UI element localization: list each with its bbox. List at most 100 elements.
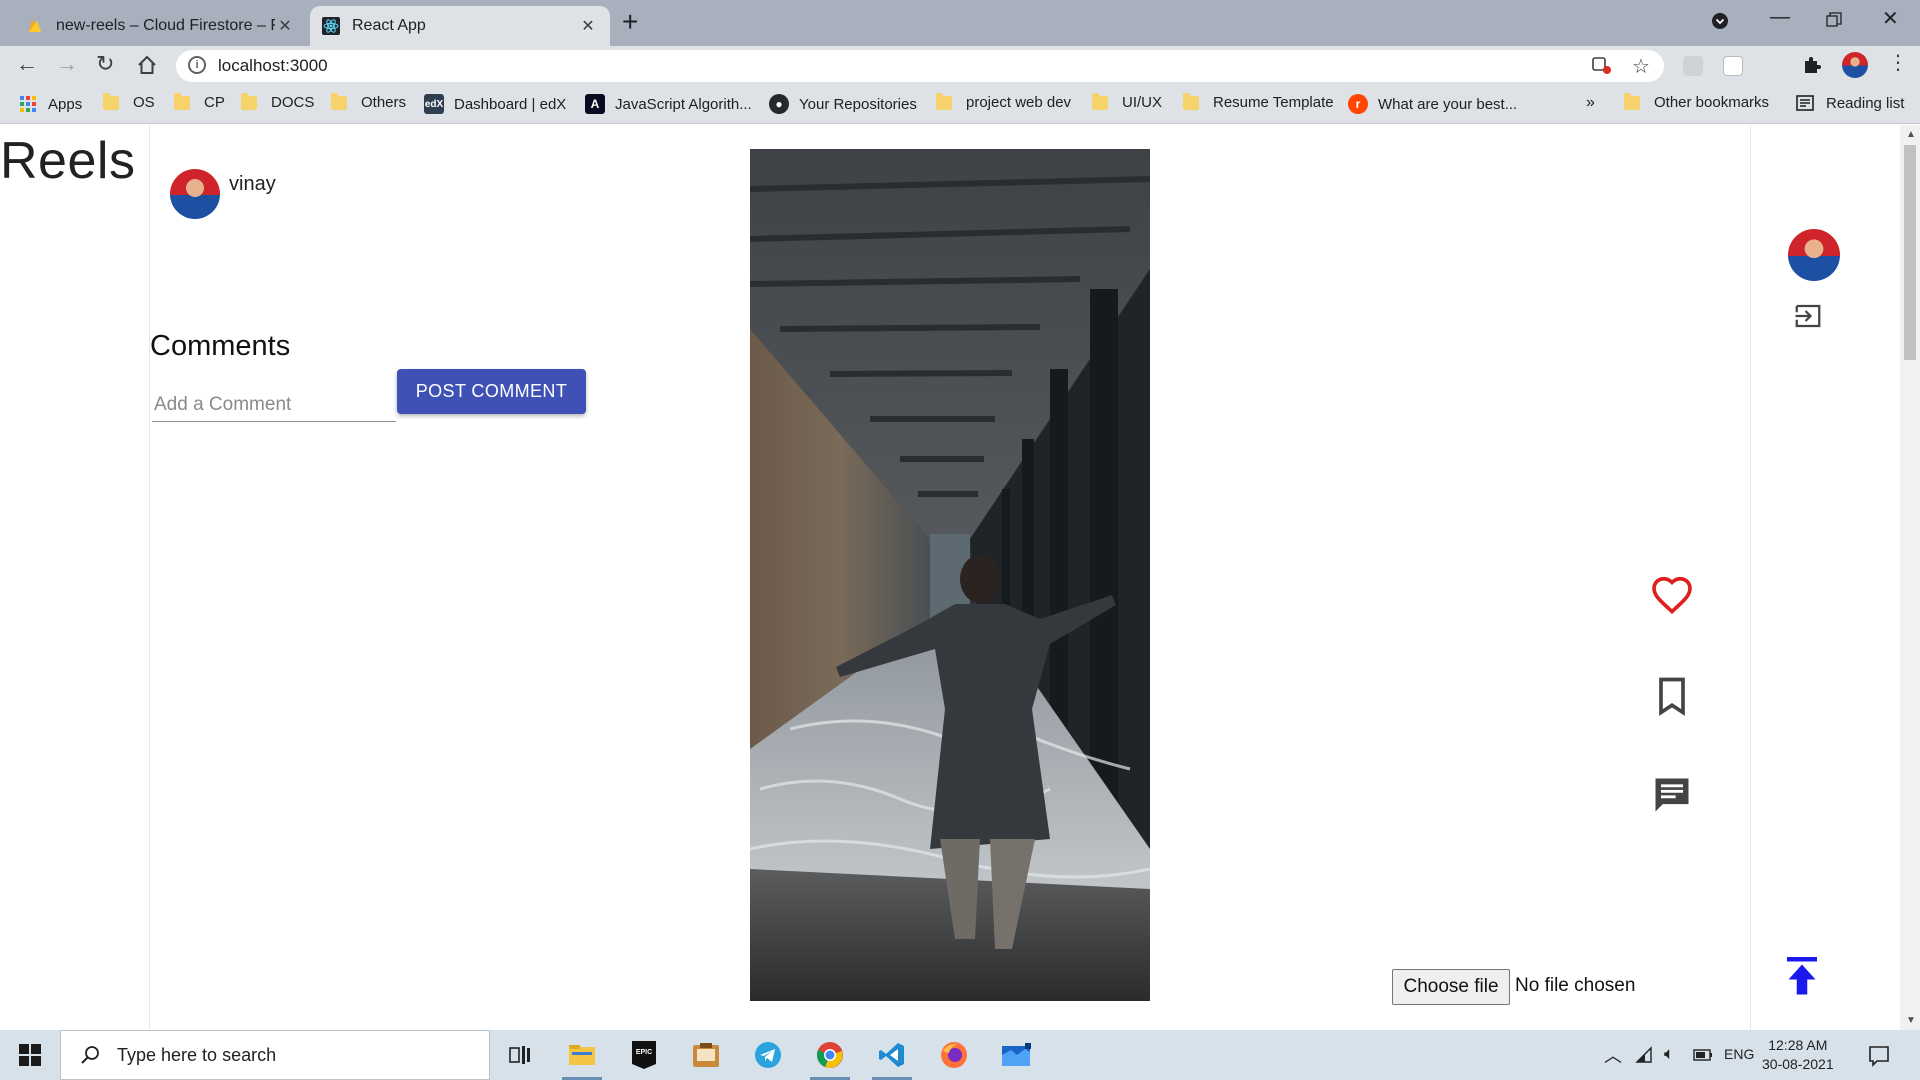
bookmark-project-web-dev[interactable]: project web dev — [936, 92, 1072, 111]
post-author-avatar[interactable] — [170, 169, 220, 219]
bookmark-github[interactable]: ● Your Repositories — [769, 94, 917, 114]
bookmark-outline-icon[interactable] — [1650, 674, 1694, 718]
reading-list[interactable]: Reading list — [1796, 94, 1904, 112]
translate-icon[interactable] — [1592, 57, 1612, 75]
tab-react-app[interactable]: React App ✕ — [310, 6, 610, 46]
search-icon — [81, 1046, 99, 1064]
reading-list-icon — [1796, 95, 1814, 111]
bookmark-label: JavaScript Algorith... — [615, 95, 752, 113]
bookmark-ui-ux[interactable]: UI/UX — [1092, 92, 1162, 111]
windows-taskbar: Type here to search EPIC ︿ 🔈︎ ENG 12:28 … — [0, 1030, 1920, 1080]
address-bar[interactable]: i localhost:3000 ☆ — [176, 50, 1664, 82]
folder-icon — [331, 92, 347, 110]
extension-icon[interactable] — [1723, 56, 1743, 76]
bookmark-edx[interactable]: edX Dashboard | edX — [424, 94, 566, 114]
bookmark-label: project web dev — [966, 94, 1072, 111]
taskbar-clock[interactable]: 12:28 AM 30-08-2021 — [1762, 1036, 1834, 1074]
back-icon[interactable]: ← — [16, 52, 38, 76]
scroll-down-arrow-icon[interactable]: ▼ — [1906, 1015, 1916, 1026]
bookmark-label: Dashboard | edX — [454, 95, 567, 113]
divider — [149, 125, 150, 1030]
bookmark-other-bookmarks[interactable]: Other bookmarks — [1624, 92, 1769, 111]
forward-icon[interactable]: → — [56, 52, 78, 76]
file-explorer-icon[interactable] — [558, 1035, 606, 1080]
vertical-align-top-icon[interactable] — [1784, 954, 1820, 996]
battery-icon[interactable] — [1693, 1049, 1713, 1061]
close-tab-icon[interactable]: ✕ — [578, 16, 598, 36]
scroll-up-arrow-icon[interactable]: ▲ — [1906, 129, 1916, 140]
user-avatar[interactable] — [1788, 229, 1840, 281]
scrollbar-thumb[interactable] — [1904, 145, 1916, 360]
close-tab-icon[interactable]: ✕ — [275, 16, 295, 36]
windows-logo-icon — [19, 1044, 41, 1066]
bookmark-label: What are your best... — [1378, 95, 1518, 113]
browser-toolbar: ← → ↻ i localhost:3000 ☆ ⋮ — [0, 46, 1920, 121]
page-scrollbar[interactable]: ▲ ▼ — [1900, 125, 1920, 1030]
bookmark-reddit[interactable]: r What are your best... — [1348, 94, 1517, 114]
site-info-icon[interactable]: i — [188, 56, 206, 74]
epic-games-icon[interactable]: EPIC — [620, 1035, 668, 1075]
brand-title: Reels — [0, 132, 136, 190]
chrome-icon[interactable] — [806, 1035, 854, 1080]
bookmark-cp[interactable]: CP — [174, 92, 225, 111]
file-status-text: No file chosen — [1515, 975, 1636, 996]
reel-video[interactable] — [750, 149, 1150, 1001]
bookmark-docs[interactable]: DOCS — [241, 92, 315, 111]
bookmark-javascript[interactable]: A JavaScript Algorith... — [585, 94, 752, 114]
clock-date: 30-08-2021 — [1762, 1056, 1834, 1072]
taskbar-search[interactable]: Type here to search — [60, 1030, 490, 1080]
react-icon — [322, 17, 340, 35]
logout-icon[interactable] — [1793, 301, 1823, 331]
bookmark-apps[interactable]: Apps — [18, 94, 82, 114]
notifications-icon[interactable] — [1868, 1045, 1890, 1067]
star-icon[interactable]: ☆ — [1632, 54, 1650, 79]
extensions-puzzle-icon[interactable] — [1802, 55, 1822, 75]
mail-icon[interactable] — [992, 1035, 1040, 1075]
bookmark-os[interactable]: OS — [103, 92, 155, 111]
comments-heading: Comments — [150, 330, 291, 362]
bookmark-label: Apps — [48, 95, 83, 113]
tab-search-icon[interactable] — [1711, 12, 1729, 30]
start-button[interactable] — [0, 1030, 60, 1080]
app-icon[interactable] — [682, 1035, 730, 1075]
network-icon[interactable] — [1635, 1046, 1655, 1064]
search-placeholder: Type here to search — [117, 1044, 277, 1065]
close-window-icon[interactable]: ✕ — [1882, 6, 1899, 31]
browser-menu-icon[interactable]: ⋮ — [1888, 51, 1908, 75]
reload-icon[interactable]: ↻ — [96, 52, 114, 76]
volume-icon[interactable]: 🔈︎ — [1664, 1044, 1674, 1064]
task-view-icon[interactable] — [496, 1035, 544, 1075]
restore-icon[interactable] — [1826, 12, 1842, 28]
heart-outline-icon[interactable] — [1650, 574, 1694, 618]
github-icon: ● — [769, 94, 789, 114]
vscode-icon[interactable] — [868, 1035, 916, 1080]
bookmark-label: Others — [361, 94, 407, 111]
reddit-icon: r — [1348, 94, 1368, 114]
folder-icon — [1183, 92, 1199, 110]
bookmark-label: Your Repositories — [799, 95, 917, 113]
tab-firebase[interactable]: new-reels – Cloud Firestore – Firebase c… — [14, 6, 307, 46]
bookmarks-overflow-icon[interactable]: » — [1586, 94, 1595, 112]
telegram-icon[interactable] — [744, 1035, 792, 1075]
tray-chevron-icon[interactable]: ︿ — [1604, 1042, 1622, 1068]
firefox-icon[interactable] — [930, 1035, 978, 1075]
divider — [1750, 125, 1751, 1030]
new-tab-icon[interactable]: + — [622, 8, 638, 36]
language-indicator[interactable]: ENG — [1724, 1046, 1754, 1062]
home-icon[interactable] — [136, 54, 158, 76]
post-comment-button[interactable]: POST COMMENT — [397, 369, 586, 414]
url-text[interactable]: localhost:3000 — [218, 56, 328, 76]
folder-icon — [1092, 92, 1108, 110]
tab-title: new-reels – Cloud Firestore – Firebase c… — [56, 17, 275, 34]
bookmark-others[interactable]: Others — [331, 92, 407, 111]
bookmark-label: Reading list — [1826, 94, 1905, 112]
extension-icon[interactable] — [1683, 56, 1703, 76]
minimize-icon[interactable]: — — [1770, 6, 1790, 29]
bookmark-label: CP — [204, 94, 225, 111]
chat-bubble-icon[interactable] — [1650, 773, 1694, 817]
bookmark-resume[interactable]: Resume Template — [1183, 92, 1334, 111]
bookmark-label: DOCS — [271, 94, 315, 111]
profile-avatar[interactable] — [1842, 52, 1868, 78]
choose-file-button[interactable]: Choose file — [1392, 969, 1510, 1005]
comment-input[interactable] — [152, 388, 396, 422]
